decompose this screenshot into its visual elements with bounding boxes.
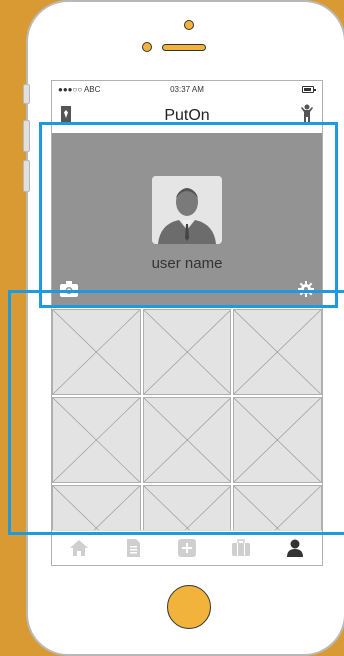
phone-side-button xyxy=(23,84,30,104)
grid-highlight-frame xyxy=(8,290,344,535)
phone-home-button[interactable] xyxy=(167,585,211,629)
profile-highlight-frame xyxy=(39,122,338,308)
briefcase-icon[interactable] xyxy=(231,538,251,558)
tab-bar xyxy=(52,530,322,565)
phone-sensor-dot xyxy=(142,42,152,52)
phone-volume-down xyxy=(23,160,30,192)
person-icon[interactable] xyxy=(300,104,314,124)
user-icon[interactable] xyxy=(285,538,305,558)
home-icon[interactable] xyxy=(69,538,89,558)
phone-speaker xyxy=(162,44,206,51)
document-icon[interactable] xyxy=(123,538,143,558)
status-bar: ●●●○○ ABC 03:37 AM xyxy=(52,81,322,98)
add-icon[interactable] xyxy=(177,538,197,558)
phone-camera-dot xyxy=(184,20,194,30)
battery-icon xyxy=(302,86,316,93)
phone-volume-up xyxy=(23,120,30,152)
status-time: 03:37 AM xyxy=(170,85,204,94)
